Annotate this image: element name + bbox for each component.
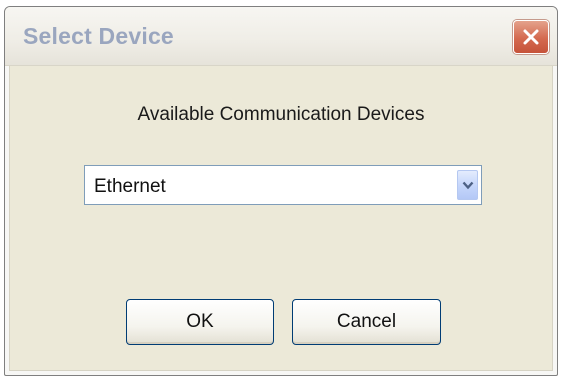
cancel-button[interactable]: Cancel (292, 299, 441, 345)
device-select[interactable]: Ethernet (84, 165, 482, 205)
device-select-value: Ethernet (94, 176, 166, 197)
title-bar[interactable]: Select Device (5, 7, 557, 66)
available-devices-label: Available Communication Devices (137, 104, 425, 125)
dialog-title: Select Device (23, 23, 174, 49)
select-device-dialog: Select Device Available Communication De… (4, 6, 558, 376)
device-dropdown-button[interactable] (457, 170, 478, 200)
ok-button[interactable]: OK (126, 299, 274, 345)
close-button[interactable] (513, 20, 549, 54)
